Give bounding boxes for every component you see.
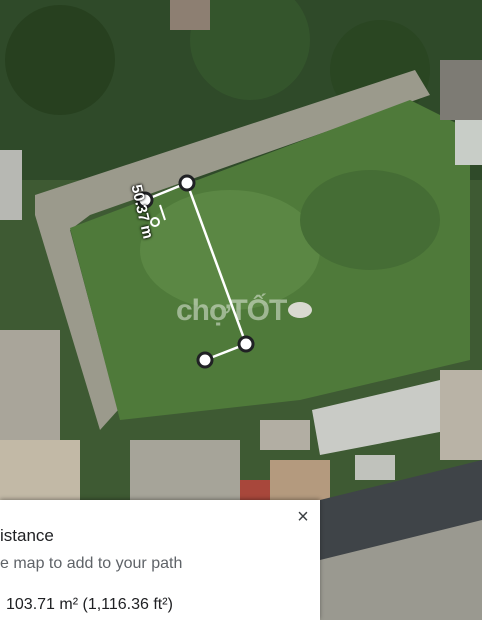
grass-patch (140, 190, 320, 310)
grass-patch (300, 170, 440, 270)
building (130, 440, 240, 500)
panel-title: istance (0, 526, 54, 545)
panel-hint: e map to add to your path (0, 555, 183, 572)
building (0, 150, 22, 220)
measure-vertex[interactable] (196, 351, 214, 369)
building (260, 420, 310, 450)
measure-distance-panel: istance e map to add to your path 103.71… (0, 500, 320, 620)
building (170, 0, 210, 30)
building (270, 460, 330, 500)
building (355, 455, 395, 480)
debris (288, 302, 312, 318)
building (440, 60, 482, 120)
area-measurement: 103.71 m² (1,116.36 ft²) (6, 596, 173, 613)
measure-vertex[interactable] (237, 335, 255, 353)
building (440, 370, 482, 460)
watermark-logo: chợTỐT (176, 294, 287, 327)
building (0, 440, 80, 500)
tree-cluster (5, 5, 115, 115)
measure-vertex[interactable] (178, 174, 196, 192)
building (455, 120, 482, 165)
building-roof-red (240, 480, 270, 500)
close-icon[interactable]: × (292, 506, 314, 528)
